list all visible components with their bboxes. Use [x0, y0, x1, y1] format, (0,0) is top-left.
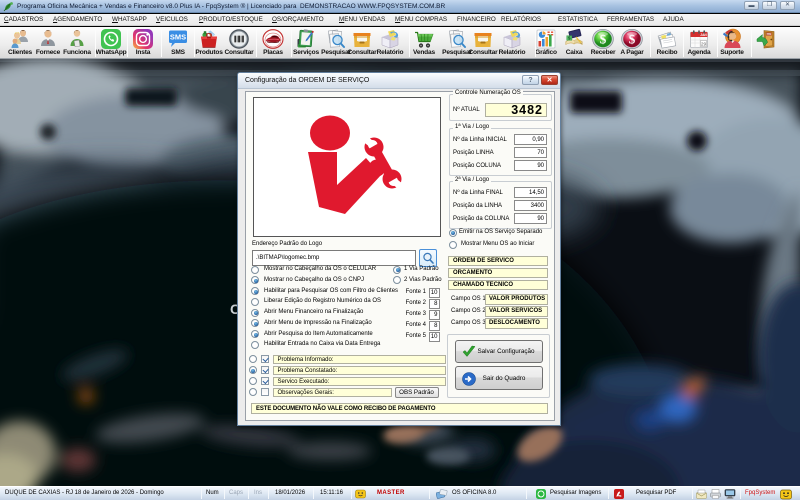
svg-text:EXIT: EXIT [767, 34, 772, 36]
svg-text:29: 29 [701, 41, 707, 47]
svg-text:SMS: SMS [170, 33, 186, 42]
